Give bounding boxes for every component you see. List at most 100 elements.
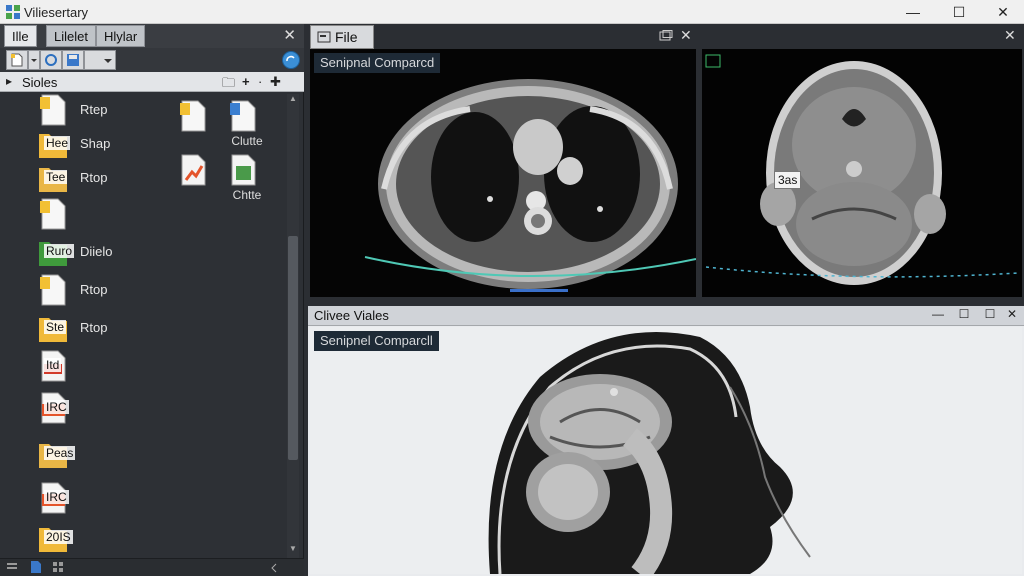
expand-arrow-icon[interactable]: ▸ [6, 74, 12, 88]
axial-brain-ct-image [702, 49, 1022, 297]
maximize-button[interactable]: ☐ [936, 0, 982, 24]
tab-history[interactable]: Hlylar [96, 25, 146, 47]
pane-minimize-button[interactable]: — [928, 307, 948, 321]
panel-close-icon[interactable]: ✕ [283, 26, 296, 44]
chevron-down-icon [104, 59, 112, 63]
file-name: Shap [80, 136, 111, 151]
file-icon-tag: IRC [44, 400, 69, 414]
file-name: Rtop [80, 282, 108, 297]
document-icon [40, 198, 66, 230]
sagittal-pane-titlebar: Clivee Viales — ☐ ☐ ✕ [308, 306, 1024, 326]
pane-right-close-icon[interactable]: ✕ [1004, 27, 1016, 44]
pane-maximize-button[interactable]: ☐ [954, 307, 974, 321]
folder-header[interactable]: ▸ Sioles 🗀 + · ✚ [0, 72, 304, 92]
image-tab-icon [317, 31, 331, 43]
options-dropdown-button[interactable] [84, 50, 116, 70]
document-icon [40, 94, 66, 126]
file-icon-tag: IRC [44, 490, 69, 504]
toolbar [0, 48, 304, 72]
new-file-button[interactable] [6, 50, 28, 70]
file-name: Rtop [80, 170, 108, 185]
file-list-item[interactable]: IRC [38, 482, 148, 514]
more-icon[interactable]: · [258, 74, 262, 89]
tab-edit[interactable]: Lilelet [46, 25, 96, 47]
tab-file-viewer[interactable]: File [310, 25, 374, 49]
file-grid-item[interactable]: Clutte [228, 100, 268, 154]
axial-overlay-label: Senipnal Comparcd [314, 53, 441, 73]
refresh-icon [45, 54, 57, 66]
save-icon [67, 54, 79, 66]
grid-view-icon[interactable] [52, 561, 64, 573]
spreadsheet-icon [231, 154, 256, 186]
document-icon [180, 100, 206, 132]
title-bar: Viliesertary — ☐ ✕ [0, 0, 1024, 24]
file-name: Rtep [80, 102, 108, 117]
pane-close-icon[interactable]: ✕ [680, 27, 692, 44]
status-bar [0, 558, 304, 576]
chevron-left-icon[interactable] [270, 563, 278, 573]
close-button[interactable]: ✕ [980, 0, 1024, 24]
file-icon-tag: Ste [44, 320, 67, 334]
sagittal-pane-title: Clivee Viales [314, 308, 389, 323]
file-icon-tag: Tee [44, 170, 68, 184]
list-view-icon[interactable] [6, 561, 18, 573]
file-browser-panel: Ille Lilelet Hlylar ✕ ▸ Sioles 🗀 + · ✚ R… [0, 24, 304, 576]
new-file-icon [11, 53, 23, 67]
brain-ct-viewport[interactable]: 3as [702, 49, 1022, 297]
measurement-annotation[interactable]: 3as [774, 171, 802, 189]
pane-restore-button[interactable]: ☐ [980, 307, 1000, 321]
file-icon-tag: Peas [44, 446, 76, 460]
scroll-down-icon[interactable]: ▼ [287, 544, 299, 553]
file-icon-tag: Ruro [44, 244, 75, 258]
scrollbar-thumb[interactable] [288, 236, 298, 460]
file-list-item[interactable] [38, 198, 148, 230]
pane-close-button[interactable]: ✕ [1002, 307, 1022, 321]
axial-ct-viewport[interactable]: Senipnal Comparcd [310, 49, 696, 297]
file-name: Clutte [231, 134, 263, 148]
chevron-down-icon [31, 59, 37, 62]
file-icon-tag: Itd [44, 358, 62, 372]
file-icon-tag: 20IS [44, 530, 73, 544]
tab-file[interactable]: Ille [4, 25, 37, 47]
file-list-item[interactable]: Peas [38, 438, 148, 470]
save-button[interactable] [62, 50, 84, 70]
window-title: Viliesertary [24, 5, 89, 20]
add-icon[interactable]: + [242, 74, 250, 89]
document-icon [40, 274, 66, 306]
file-list-item[interactable]: Tee Rtop [38, 162, 148, 194]
sagittal-ct-viewport[interactable]: Senipnel Comparcll [310, 327, 1022, 574]
file-grid-item[interactable] [178, 154, 218, 208]
minimize-button[interactable]: — [890, 0, 936, 24]
document-icon[interactable] [30, 560, 42, 574]
tab-label: File [335, 29, 358, 45]
file-list-item[interactable]: Rtep [38, 94, 148, 126]
app-logo-icon [6, 5, 20, 19]
file-grid-item[interactable] [178, 100, 218, 154]
file-list-item[interactable]: Hee Shap [38, 128, 148, 160]
panel-tab-row: Ille Lilelet Hlylar ✕ [0, 24, 304, 48]
file-list-item[interactable]: Itd [38, 350, 148, 382]
folder-name: Sioles [22, 75, 58, 90]
ct-viewer-pane: File ✕ ✕ Senipnal Comparcd 3as [308, 24, 1024, 300]
file-list-item[interactable]: IRC [38, 392, 148, 424]
sagittal-viewer-pane: Clivee Viales — ☐ ☐ ✕ Senipnel Comparcll [308, 306, 1024, 576]
sync-icon [286, 55, 295, 62]
file-list-item[interactable]: Ruro Diielo [38, 236, 148, 268]
sync-button[interactable] [282, 51, 300, 69]
scroll-up-icon[interactable]: ▲ [287, 94, 299, 103]
file-name: Rtop [80, 320, 108, 335]
open-folder-icon[interactable]: 🗀 [222, 74, 235, 96]
file-list-item[interactable]: Ste Rtop [38, 312, 148, 344]
document-icon [230, 100, 256, 132]
refresh-button[interactable] [40, 50, 62, 70]
move-icon[interactable]: ✚ [270, 74, 281, 90]
float-window-icon[interactable] [659, 30, 673, 42]
axial-chest-ct-image [310, 49, 696, 297]
new-dropdown-button[interactable] [28, 50, 40, 70]
sagittal-overlay-label: Senipnel Comparcll [314, 331, 439, 351]
file-name: Chtte [232, 188, 262, 202]
chart-document-icon [181, 154, 206, 186]
file-grid-item[interactable]: Chtte [228, 154, 268, 208]
file-list-item[interactable]: 20IS [38, 522, 148, 554]
file-list-item[interactable]: Rtop [38, 274, 148, 306]
